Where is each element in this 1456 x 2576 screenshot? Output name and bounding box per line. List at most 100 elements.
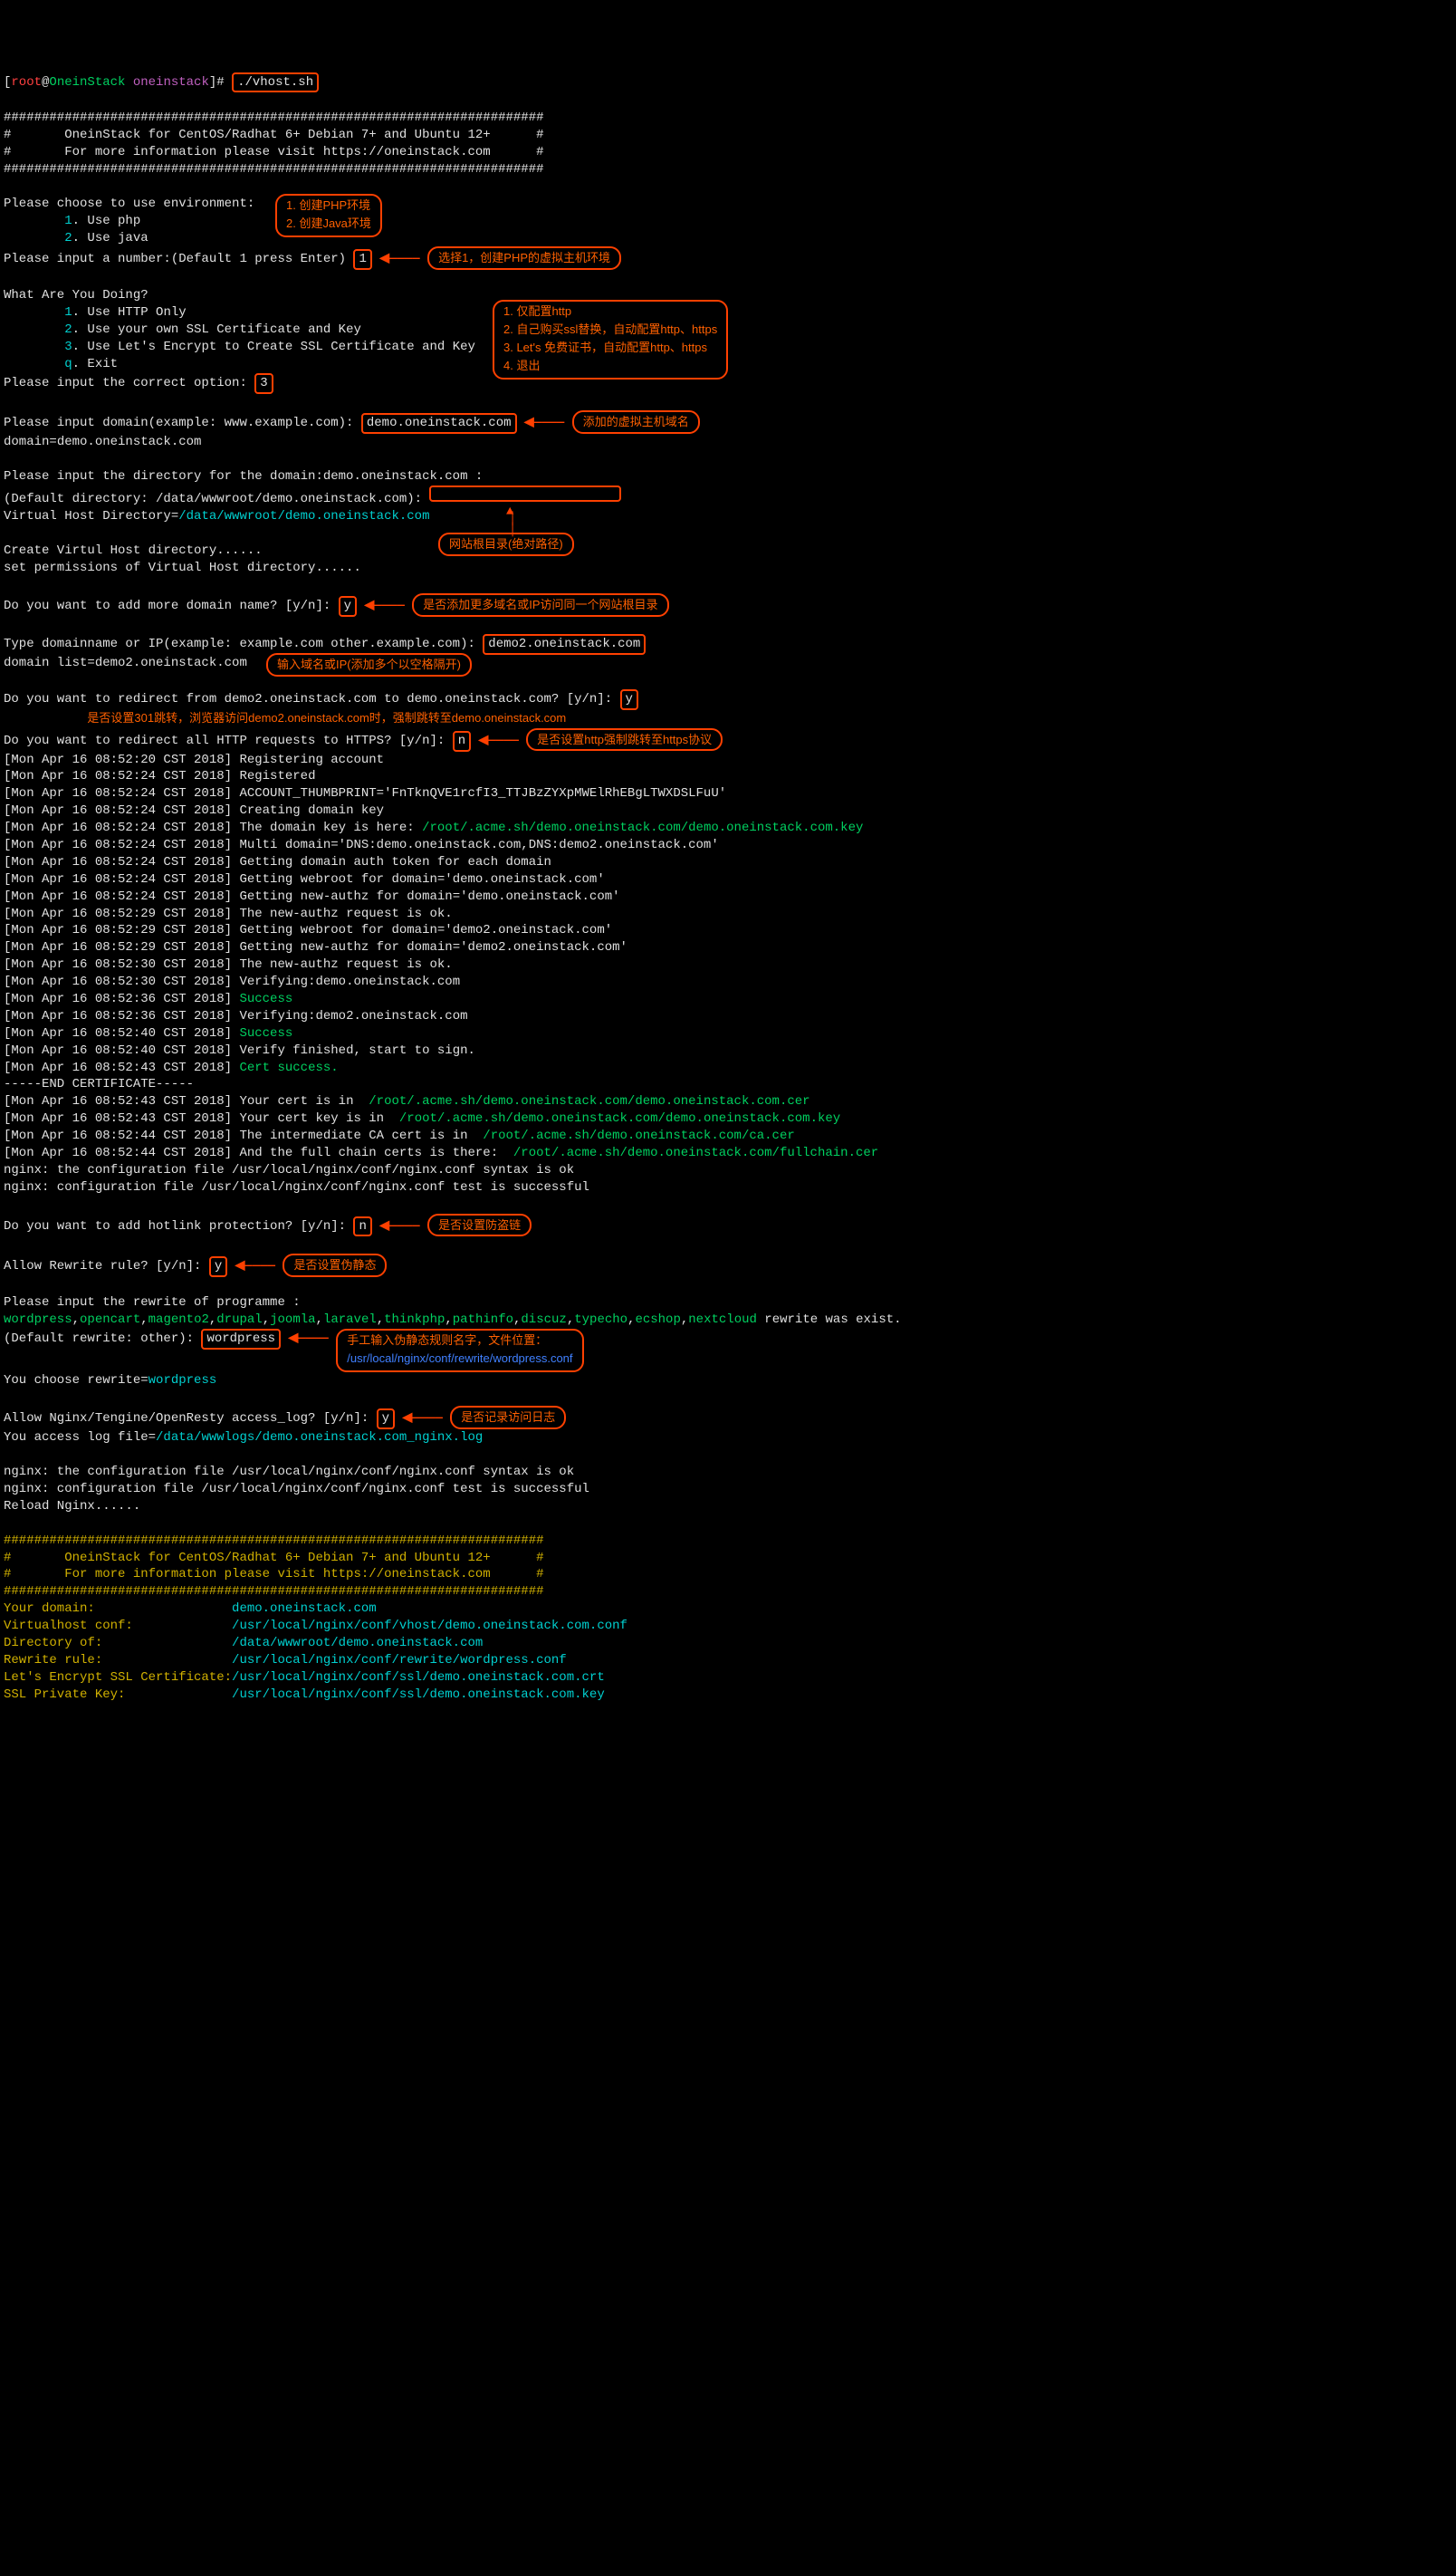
- domain2-input[interactable]: demo2.oneinstack.com: [483, 634, 646, 655]
- sum-key: Rewrite rule:: [4, 1653, 232, 1668]
- banner: # OneinStack for CentOS/Radhat 6+ Debian…: [4, 1551, 544, 1565]
- env-sel-ann: 选择1，创建PHP的虚拟主机环境: [427, 246, 621, 270]
- rw-programme-input[interactable]: wordpress: [201, 1329, 281, 1350]
- hr: ########################################…: [4, 111, 544, 125]
- ts: [Mon Apr 16 08:52:40 CST 2018]: [4, 1043, 239, 1058]
- msg: Your cert key is in: [239, 1111, 398, 1126]
- rwp-l1: Please input the rewrite of programme :: [4, 1295, 301, 1310]
- rw-file-ann: 手工输入伪静态规则名字，文件位置：/usr/local/nginx/conf/r…: [336, 1329, 583, 1372]
- ts: [Mon Apr 16 08:52:20 CST 2018]: [4, 753, 239, 767]
- rw-def: (Default rewrite: other):: [4, 1331, 201, 1346]
- rw-opt: wordpress: [4, 1312, 72, 1327]
- arrow-left-icon: ◀————: [372, 251, 427, 268]
- opt-num: 2: [64, 231, 72, 245]
- rw-opt: drupal: [216, 1312, 262, 1327]
- sum-val: /data/wwwroot/demo.oneinstack.com: [232, 1636, 483, 1650]
- env-header: Please choose to use environment:: [4, 197, 254, 211]
- msg: The domain key is here:: [239, 821, 422, 835]
- command-input[interactable]: ./vhost.sh: [232, 72, 319, 93]
- o: . Use HTTP Only: [72, 305, 187, 320]
- bracket: ]#: [209, 75, 232, 90]
- https-input[interactable]: n: [453, 731, 471, 752]
- more-prompt: Do you want to add more domain name? [y/…: [4, 599, 339, 613]
- msg: Multi domain='DNS:demo.oneinstack.com,DN…: [239, 838, 718, 852]
- https-ann: 是否设置http强制跳转至https协议: [526, 728, 723, 752]
- doing-annotation: 1. 仅配置http2. 自己购买ssl替换，自动配置http、https3. …: [493, 300, 728, 380]
- opt: . Use php: [72, 214, 141, 228]
- msg: The intermediate CA cert is in: [239, 1129, 483, 1143]
- msg: Getting new-authz for domain='demo2.onei…: [239, 940, 627, 955]
- ts: [Mon Apr 16 08:52:24 CST 2018]: [4, 889, 239, 904]
- hot-ann: 是否设置防盗链: [427, 1214, 532, 1237]
- dir-l1: Please input the directory for the domai…: [4, 469, 483, 484]
- arrow-left-icon: ◀————: [372, 1218, 427, 1235]
- path: /root/.acme.sh/demo.oneinstack.com/demo.…: [369, 1094, 809, 1109]
- sp: [4, 712, 87, 726]
- hot-prompt: Do you want to add hotlink protection? […: [4, 1219, 353, 1234]
- sum-key: SSL Private Key:: [4, 1687, 232, 1702]
- alog-input[interactable]: y: [377, 1408, 395, 1429]
- env-input[interactable]: 1: [353, 249, 371, 270]
- doing-header: What Are You Doing?: [4, 288, 148, 303]
- dom-prompt: Please input domain(example: www.example…: [4, 416, 361, 430]
- c2: set permissions of Virtual Host director…: [4, 561, 361, 575]
- redir-input[interactable]: y: [620, 689, 638, 710]
- path: /root/.acme.sh/demo.oneinstack.com/fullc…: [513, 1146, 878, 1160]
- c: ,: [377, 1312, 384, 1327]
- arrow-left-icon: ◀————: [471, 733, 526, 750]
- arrow-left-icon: ◀————: [357, 598, 412, 615]
- e: demo.oneinstack.com: [57, 435, 202, 449]
- c: ,: [140, 1312, 148, 1327]
- reload: Reload Nginx......: [4, 1499, 140, 1514]
- rw-echo-v: wordpress: [148, 1373, 217, 1388]
- sum-val: /usr/local/nginx/conf/rewrite/wordpress.…: [232, 1653, 567, 1668]
- c: ,: [445, 1312, 452, 1327]
- dir-input[interactable]: [429, 485, 621, 502]
- sum-val: demo.oneinstack.com: [232, 1601, 377, 1616]
- hr: ########################################…: [4, 1533, 544, 1548]
- msg: And the full chain certs is there:: [239, 1146, 512, 1160]
- path: /root/.acme.sh/demo.oneinstack.com/demo.…: [399, 1111, 840, 1126]
- ts: [Mon Apr 16 08:52:43 CST 2018]: [4, 1111, 239, 1126]
- ts: [Mon Apr 16 08:52:24 CST 2018]: [4, 838, 239, 852]
- rw-opt: magento2: [148, 1312, 209, 1327]
- e: domain=: [4, 435, 57, 449]
- rw-opt: laravel: [323, 1312, 377, 1327]
- ts: [Mon Apr 16 08:52:44 CST 2018]: [4, 1129, 239, 1143]
- dir-default-line: (Default directory: /data/wwwroot/demo.o…: [4, 485, 621, 508]
- ts: [Mon Apr 16 08:52:44 CST 2018]: [4, 1146, 239, 1160]
- more-ann: 是否添加更多域名或IP访问同一个网站根目录: [412, 593, 668, 617]
- ts: [Mon Apr 16 08:52:43 CST 2018]: [4, 1094, 239, 1109]
- ts: [Mon Apr 16 08:52:24 CST 2018]: [4, 769, 239, 783]
- msg: Your cert is in: [239, 1094, 369, 1109]
- doing-input[interactable]: 3: [254, 373, 273, 394]
- rw-tail: rewrite was exist.: [757, 1312, 902, 1327]
- n: 2: [64, 322, 72, 337]
- rw-prompt: Allow Rewrite rule? [y/n]:: [4, 1259, 209, 1274]
- msg: Getting webroot for domain='demo.oneinst…: [239, 872, 604, 887]
- c1: Create Virtul Host directory......: [4, 543, 263, 558]
- sp: [125, 75, 132, 90]
- t: [4, 357, 64, 371]
- env-annotation: 1. 创建PHP环境2. 创建Java环境: [275, 194, 382, 237]
- msg: The new-authz request is ok.: [239, 957, 452, 972]
- msg-ok: Cert success.: [239, 1061, 338, 1075]
- d2-prompt: Type domainname or IP(example: example.c…: [4, 637, 483, 651]
- rw-input[interactable]: y: [209, 1256, 227, 1277]
- msg: Getting webroot for domain='demo2.oneins…: [239, 923, 612, 937]
- env-block: Please choose to use environment:1. 创建PH…: [4, 196, 254, 213]
- msg: Registering account: [239, 753, 384, 767]
- sum-val: /usr/local/nginx/conf/ssl/demo.oneinstac…: [232, 1687, 605, 1702]
- o: . Use Let's Encrypt to Create SSL Certif…: [72, 340, 475, 354]
- ts: [Mon Apr 16 08:52:29 CST 2018]: [4, 923, 239, 937]
- banner: # For more information please visit http…: [4, 145, 544, 159]
- alog-ann: 是否记录访问日志: [450, 1406, 566, 1429]
- domain-input[interactable]: demo.oneinstack.com: [361, 413, 517, 434]
- sum-val: /usr/local/nginx/conf/vhost/demo.oneinst…: [232, 1619, 627, 1633]
- nginx: nginx: the configuration file /usr/local…: [4, 1465, 574, 1479]
- hot-input[interactable]: n: [353, 1216, 371, 1237]
- more-input[interactable]: y: [339, 596, 357, 617]
- domain-ann: 添加的虚拟主机域名: [572, 410, 700, 434]
- alog-echo-v: /data/wwwlogs/demo.oneinstack.com_nginx.…: [156, 1430, 483, 1445]
- endcert: -----END CERTIFICATE-----: [4, 1077, 194, 1091]
